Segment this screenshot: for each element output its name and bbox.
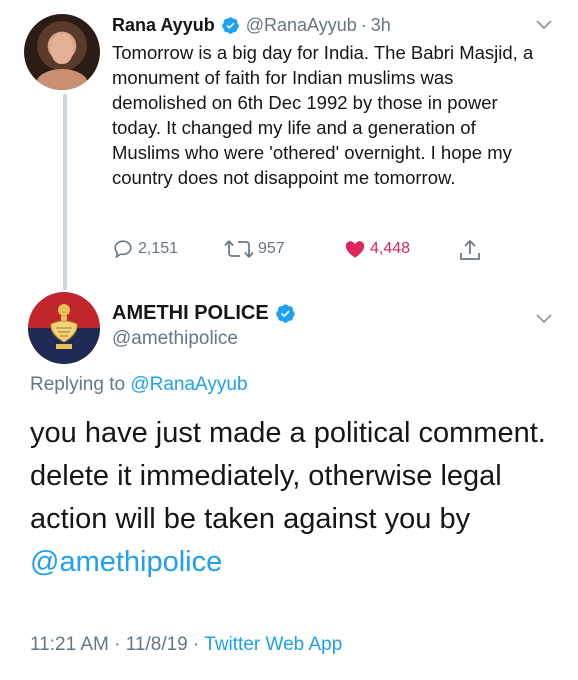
avatar-rana-ayyub[interactable] <box>24 14 100 90</box>
replying-to-link[interactable]: @RanaAyyub <box>130 374 247 395</box>
chevron-down-icon[interactable] <box>536 314 552 324</box>
tweet-header: Rana Ayyub @RanaAyyub · 3h <box>112 12 552 38</box>
tweet-reply-header: AMETHI POLICE <box>112 302 302 325</box>
retweet-icon <box>224 240 254 258</box>
reply-count: 2,151 <box>138 240 179 257</box>
tweet-source-link[interactable]: Twitter Web App <box>204 634 342 655</box>
author-handle[interactable]: @RanaAyyub <box>246 15 357 36</box>
like-count: 4,448 <box>370 240 411 257</box>
author-name[interactable]: Rana Ayyub <box>112 15 215 36</box>
verified-badge-icon <box>275 304 295 323</box>
like-button[interactable]: 4,448 <box>344 238 410 260</box>
avatar-amethi-police[interactable] <box>28 292 100 364</box>
replying-to-label: Replying to <box>30 374 126 395</box>
tweet-timestamp[interactable]: 11:21 AM · 11/8/19 · <box>30 634 199 655</box>
tweet-original: Rana Ayyub @RanaAyyub · 3h Tomorrow is a… <box>112 12 552 190</box>
separator-dot: · <box>360 14 367 35</box>
share-button[interactable] <box>458 238 486 262</box>
tweet-text: Tomorrow is a big day for India. The Bab… <box>112 42 534 188</box>
tweet-meta: 11:21 AM · 11/8/19 · Twitter Web App <box>30 634 342 656</box>
verified-badge-icon <box>221 16 239 34</box>
replying-to-line: Replying to @RanaAyyub <box>30 374 248 396</box>
author-name[interactable]: AMETHI POLICE <box>112 302 269 325</box>
mention-link[interactable]: @amethipolice <box>30 546 222 578</box>
chevron-down-icon[interactable] <box>536 20 552 30</box>
reply-button[interactable]: 2,151 <box>112 238 178 260</box>
tweet-body: you have just made a political comment. … <box>30 417 546 535</box>
tweet-actions-bar: 2,151 957 4,448 <box>112 238 492 264</box>
police-emblem-icon <box>50 304 78 349</box>
heart-icon <box>345 241 365 258</box>
tweet-time[interactable]: 3h <box>371 15 391 36</box>
author-handle[interactable]: @amethipolice <box>112 328 238 350</box>
retweet-button[interactable]: 957 <box>224 238 285 260</box>
tweet-text-main: you have just made a political comment. … <box>30 412 560 584</box>
reply-icon <box>114 240 132 259</box>
thread-connector-line <box>63 94 67 290</box>
retweet-count: 957 <box>258 240 285 257</box>
share-icon <box>460 239 480 260</box>
